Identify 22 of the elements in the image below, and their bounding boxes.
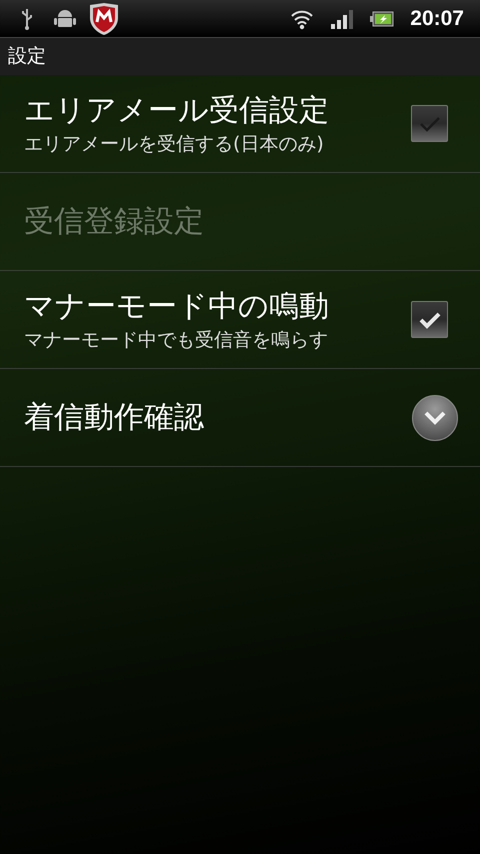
check-icon	[418, 310, 442, 328]
battery-icon	[370, 10, 394, 26]
setting-title: 着信動作確認	[24, 398, 205, 436]
chevron-down-icon	[423, 410, 447, 426]
setting-title: エリアメール受信設定	[24, 92, 330, 130]
setting-summary: マナーモード中でも受信音を鳴らす	[24, 328, 329, 352]
screen-title: 設定	[8, 44, 46, 70]
settings-row[interactable]: マナーモード中の鳴動 マナーモード中でも受信音を鳴らす	[0, 271, 480, 369]
setting-summary: エリアメールを受信する(日本のみ)	[24, 132, 325, 156]
checkbox[interactable]	[411, 301, 448, 338]
usb-icon	[20, 8, 34, 30]
shield-icon	[88, 2, 120, 36]
setting-title: 受信登録設定	[24, 202, 205, 240]
settings-row[interactable]: 着信動作確認	[0, 369, 480, 467]
checkbox[interactable]	[411, 105, 448, 142]
setting-title: マナーモード中の鳴動	[24, 288, 330, 326]
settings-row[interactable]: エリアメール受信設定 エリアメールを受信する(日本のみ)	[0, 75, 480, 173]
expand-button[interactable]	[412, 394, 458, 440]
check-icon	[418, 114, 442, 132]
signal-icon	[330, 8, 354, 30]
clock-time: 20:07	[410, 6, 464, 32]
android-icon	[54, 8, 76, 28]
